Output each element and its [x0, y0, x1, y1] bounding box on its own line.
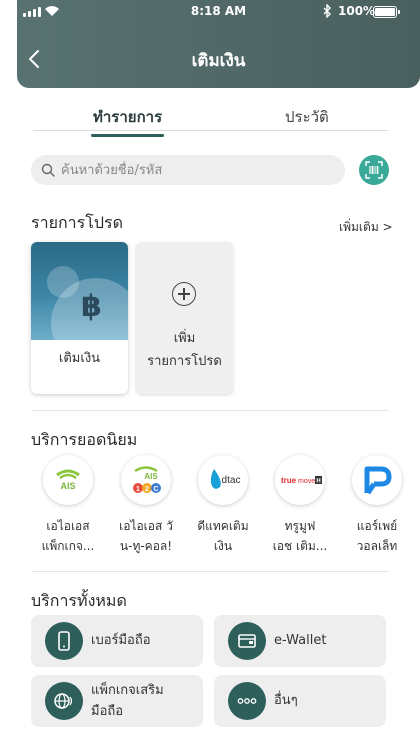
svg-text:AIS: AIS	[60, 481, 75, 491]
popular-item-dtac[interactable]: dtac ดีแทคเติม เงิน	[185, 455, 261, 556]
svg-text:AIS: AIS	[144, 472, 158, 481]
plus-circle-icon	[172, 282, 196, 306]
service-mobile-package[interactable]: แพ็กเกจเสริม มือถือ	[31, 675, 203, 727]
mobile-phone-icon	[45, 622, 83, 660]
svg-text:move: move	[298, 478, 315, 485]
battery-percent: 100%	[338, 4, 376, 18]
popular-item-label: วอลเล็ท	[356, 539, 398, 553]
popular-item-label: เอไอเอส วั	[119, 519, 173, 533]
service-label: e-Wallet	[274, 633, 327, 648]
status-bar: 8:18 AM 100%	[17, 0, 420, 26]
all-services-title: บริการทั้งหมด	[31, 591, 127, 610]
svg-text:dtac: dtac	[222, 475, 241, 486]
search-bar[interactable]	[31, 155, 345, 185]
favorite-topup-card[interactable]: ฿ เติมเงิน	[31, 242, 128, 394]
popular-item-airpay[interactable]: แอร์เพย์ วอลเล็ท	[339, 455, 415, 556]
popular-title: บริการยอดนิยม	[31, 430, 138, 449]
more-dots-icon	[228, 682, 266, 720]
popular-item-label: เงิน	[213, 539, 233, 553]
wallet-icon	[228, 622, 266, 660]
ais-logo-icon: AIS	[43, 455, 93, 505]
svg-text:2: 2	[145, 486, 149, 493]
airpay-logo-icon	[352, 455, 402, 505]
service-label: มือถือ	[91, 704, 124, 719]
section-divider	[31, 410, 389, 411]
service-label: เบอร์มือถือ	[91, 633, 151, 648]
header-bar: 8:18 AM 100% เติมเงิน	[17, 0, 420, 88]
service-label: อื่นๆ	[274, 693, 298, 708]
add-favorite-card[interactable]: เพิ่ม รายการโปรด	[136, 242, 233, 394]
service-others[interactable]: อื่นๆ	[214, 675, 386, 727]
svg-text:C: C	[153, 486, 158, 493]
tab-bar: ทำรายการ ประวัติ	[33, 105, 388, 137]
tab-transaction[interactable]: ทำรายการ	[90, 105, 165, 137]
svg-text:1: 1	[136, 486, 140, 493]
dtac-logo-icon: dtac	[198, 455, 248, 505]
popular-item-label: ทรูมูฟ	[284, 519, 316, 533]
ais-12call-logo-icon: AIS 1 2 C	[121, 455, 171, 505]
page-title: เติมเงิน	[191, 51, 246, 71]
truemove-logo-icon: true move H	[275, 455, 325, 505]
barcode-scan-icon	[365, 161, 383, 179]
popular-item-truemove[interactable]: true move H ทรูมูฟ เอช เติม...	[262, 455, 338, 556]
popular-item-ais-12call[interactable]: AIS 1 2 C เอไอเอส วั น-ทู-คอล!	[108, 455, 184, 556]
baht-icon: ฿	[81, 289, 102, 324]
favorites-title: รายการโปรด	[31, 213, 123, 232]
favorite-topup-image: ฿	[31, 242, 128, 340]
popular-item-label: เอไอเอส	[46, 519, 90, 533]
barcode-scan-button[interactable]	[359, 155, 389, 185]
popular-services-list: AIS เอไอเอส แพ็กเกจ... AIS 1 2 C เอไอเอส…	[0, 455, 420, 565]
add-favorite-label-line1: เพิ่ม	[173, 331, 196, 346]
popular-item-label: แอร์เพย์	[356, 519, 398, 533]
service-mobile-number[interactable]: เบอร์มือถือ	[31, 615, 203, 667]
section-divider	[31, 571, 389, 572]
bluetooth-icon	[323, 4, 331, 18]
popular-item-ais[interactable]: AIS เอไอเอส แพ็กเกจ...	[30, 455, 106, 556]
favorite-topup-label: เติมเงิน	[58, 351, 101, 366]
popular-item-label: แพ็กเกจ...	[41, 539, 95, 553]
service-e-wallet[interactable]: e-Wallet	[214, 615, 386, 667]
add-favorite-label-line2: รายการโปรด	[147, 354, 222, 369]
service-label: แพ็กเกจเสริม	[91, 683, 164, 698]
popular-item-label: น-ทู-คอล!	[119, 539, 173, 553]
tab-history[interactable]: ประวัติ	[285, 105, 329, 129]
search-icon	[41, 163, 55, 177]
favorites-more-link[interactable]: เพิ่มเติม >	[339, 218, 393, 237]
battery-icon	[373, 6, 400, 18]
popular-item-label: เอช เติม...	[272, 539, 328, 553]
mobile-package-icon	[45, 682, 83, 720]
svg-text:H: H	[316, 479, 320, 485]
search-input[interactable]	[61, 160, 331, 180]
svg-text:true: true	[281, 476, 297, 485]
popular-item-label: ดีแทคเติม	[197, 519, 249, 533]
